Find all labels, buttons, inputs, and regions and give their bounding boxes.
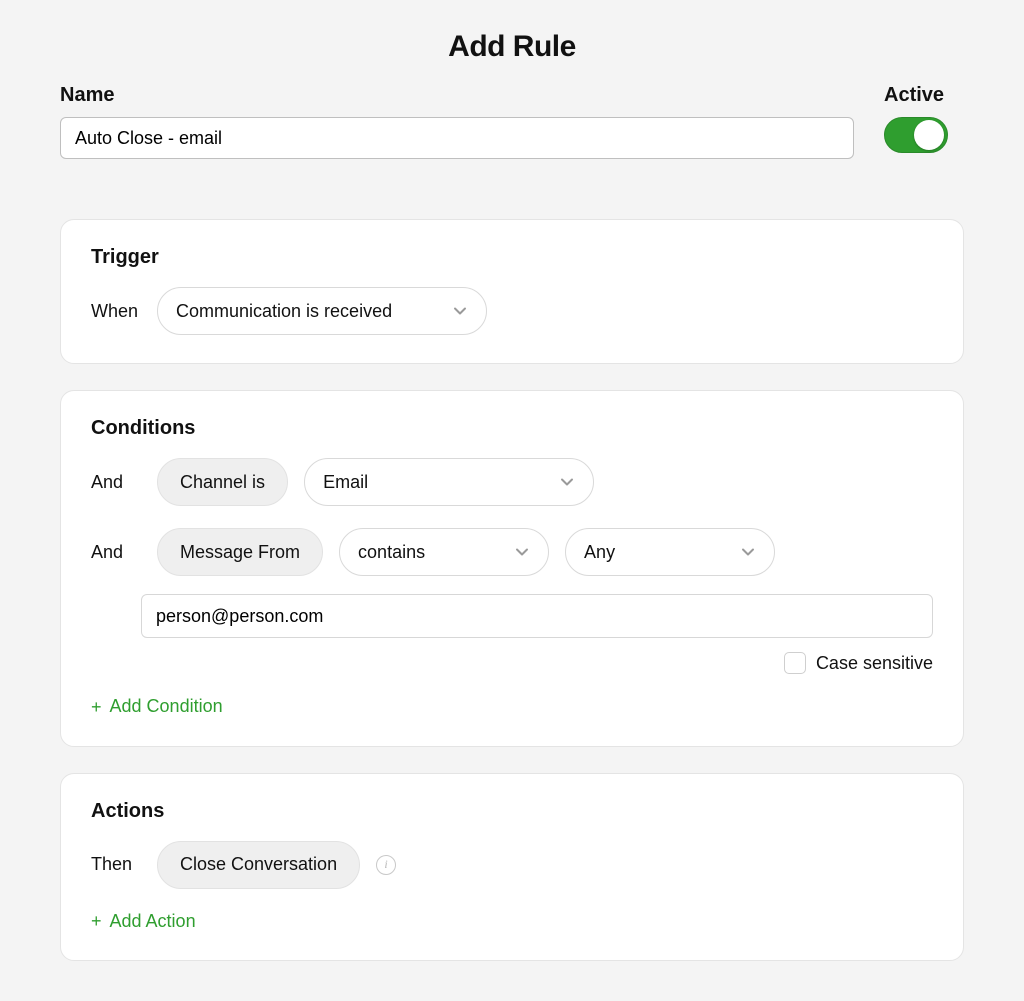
trigger-lead: When: [91, 301, 141, 322]
condition-operator: contains: [358, 542, 425, 563]
page-title: Add Rule: [60, 30, 964, 64]
active-label: Active: [884, 84, 964, 107]
condition-lead: And: [91, 472, 141, 493]
trigger-card: Trigger When Communication is received: [60, 219, 964, 364]
active-toggle[interactable]: [884, 117, 948, 153]
add-action-label: Add Action: [110, 911, 196, 932]
case-sensitive-checkbox[interactable]: [784, 652, 806, 674]
name-label: Name: [60, 84, 854, 107]
condition-row: And Channel is Email: [91, 458, 933, 506]
action-chip: Close Conversation: [157, 841, 360, 889]
plus-icon: +: [91, 698, 102, 716]
chevron-down-icon: [452, 303, 468, 319]
plus-icon: +: [91, 912, 102, 930]
conditions-heading: Conditions: [91, 417, 933, 440]
add-condition-label: Add Condition: [110, 696, 223, 717]
condition-lead: And: [91, 542, 141, 563]
condition-row: And Message From contains Any: [91, 528, 933, 576]
condition-scope-select[interactable]: Any: [565, 528, 775, 576]
chevron-down-icon: [740, 544, 756, 560]
trigger-event-value: Communication is received: [176, 301, 392, 322]
condition-value: Email: [323, 472, 368, 493]
toggle-knob: [914, 120, 944, 150]
rule-name-input[interactable]: [60, 117, 854, 159]
info-icon[interactable]: i: [376, 855, 396, 875]
case-sensitive-label: Case sensitive: [816, 653, 933, 674]
condition-value-select[interactable]: Email: [304, 458, 594, 506]
trigger-event-select[interactable]: Communication is received: [157, 287, 487, 335]
condition-field-chip: Channel is: [157, 458, 288, 506]
chevron-down-icon: [514, 544, 530, 560]
condition-field-chip: Message From: [157, 528, 323, 576]
chevron-down-icon: [559, 474, 575, 490]
actions-lead: Then: [91, 854, 141, 875]
condition-text-input[interactable]: [141, 594, 933, 638]
condition-scope: Any: [584, 542, 615, 563]
condition-operator-select[interactable]: contains: [339, 528, 549, 576]
actions-heading: Actions: [91, 800, 933, 823]
add-condition-button[interactable]: + Add Condition: [91, 696, 223, 717]
add-action-button[interactable]: + Add Action: [91, 911, 196, 932]
trigger-heading: Trigger: [91, 246, 933, 269]
conditions-card: Conditions And Channel is Email And Mess…: [60, 390, 964, 747]
actions-card: Actions Then Close Conversation i + Add …: [60, 773, 964, 962]
